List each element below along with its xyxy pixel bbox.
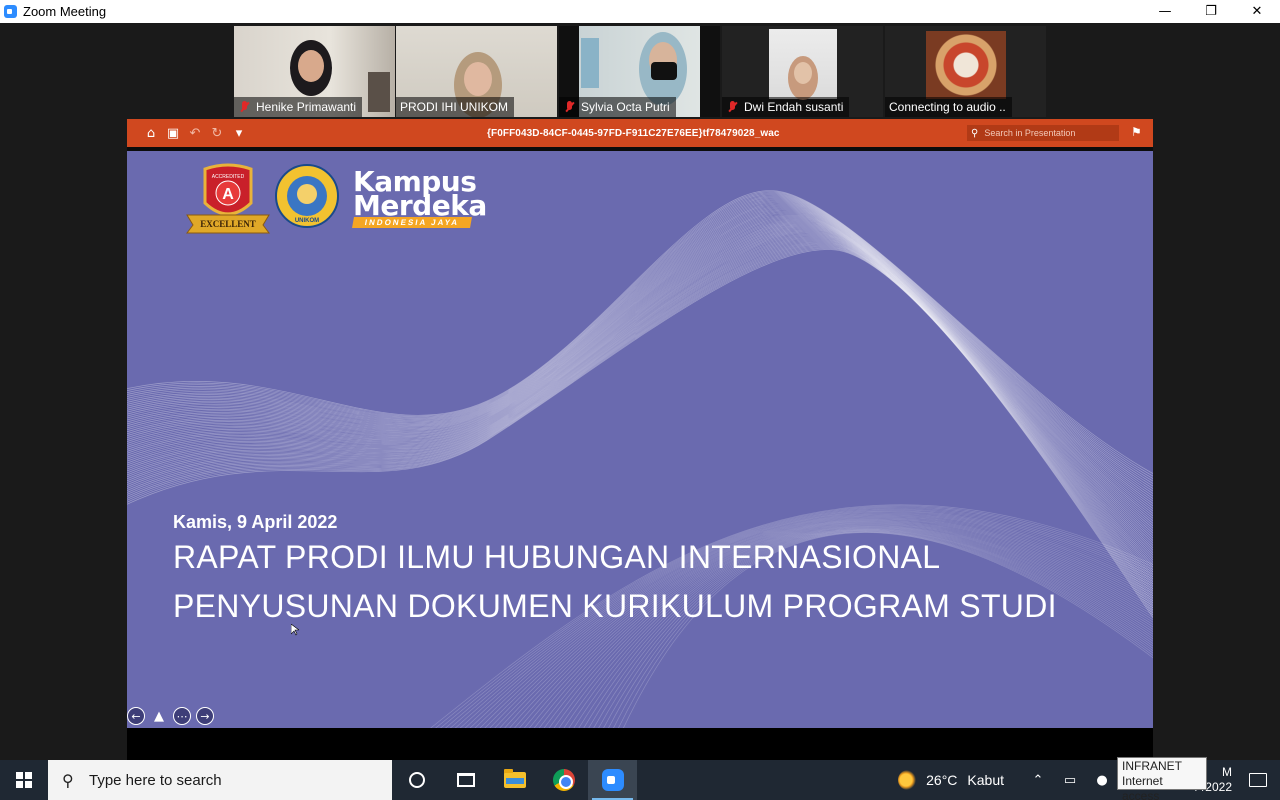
tooltip-network-status: Internet access [1122, 774, 1163, 800]
participant-strip: Henike Primawanti PRODI IHI UNIKOM Sylvi… [0, 23, 1280, 118]
zoom-meeting-window: Zoom Meeting — ❐ ✕ Henike Primawanti PRO… [0, 0, 1280, 800]
cortana-icon [408, 772, 425, 788]
search-icon: ⚲ [971, 127, 979, 139]
pen-tool-icon[interactable]: ▲ [150, 707, 168, 725]
participant-label: PRODI IHI UNIKOM [396, 97, 515, 117]
decorative-wave-lines [127, 190, 1153, 728]
weather-temperature[interactable]: 26°C [926, 772, 957, 788]
logo-tagline: INDONESIA JAYA [352, 217, 472, 228]
windows-logo-icon [16, 772, 32, 788]
participant-name: Henike Primawanti [256, 100, 357, 114]
title-bar: Zoom Meeting — ❐ ✕ [0, 0, 1280, 23]
weather-condition[interactable]: Kabut [967, 772, 1004, 788]
taskbar-search-placeholder: Type here to search [89, 771, 222, 789]
more-options-button[interactable]: ⋯ [173, 707, 191, 725]
share-icon[interactable]: ⚑ [1131, 125, 1145, 139]
background-shelf [368, 72, 390, 112]
notification-icon [1249, 773, 1267, 787]
next-slide-button[interactable]: → [196, 707, 214, 725]
presentation-toolbar: ⌂ ▣ ↶ ↻ ▾ {F0FF043D-84CF-0445-97FD-F911C… [127, 119, 1153, 147]
slide-title-line-1: RAPAT PRODI ILMU HUBUNGAN INTERNASIONAL [173, 539, 941, 575]
mic-muted-icon [238, 100, 252, 114]
weather-icon[interactable] [898, 770, 919, 790]
mic-muted-icon [563, 100, 577, 114]
mouse-cursor-icon [291, 624, 299, 636]
tooltip-network-name: INFRANET [1122, 759, 1182, 773]
participant-name: Connecting to audio .. [889, 100, 1006, 114]
accreditation-badge-logo: A ACCREDITED EXCELLENT [186, 163, 270, 234]
windows-taskbar: ⚲ Type here to search 26°C Kabut ⌃ ▭ ● ▬… [0, 760, 1280, 800]
search-input[interactable]: ⚲ Search in Presentation [967, 125, 1119, 141]
university-seal-logo: UNIKOM [275, 164, 339, 228]
chrome-button[interactable] [539, 760, 588, 800]
mic-muted-icon [726, 100, 740, 114]
document-title: {F0FF043D-84CF-0445-97FD-F911C27E76EE}tf… [487, 127, 780, 139]
participant-label: Sylvia Octa Putri [559, 97, 676, 117]
home-icon[interactable]: ⌂ [140, 119, 162, 147]
chrome-icon [552, 769, 575, 791]
badge-letter: A [222, 186, 234, 203]
redo-icon[interactable]: ↻ [206, 119, 228, 147]
notification-center-button[interactable] [1236, 760, 1280, 800]
slide-navigation: ← ▲ ⋯ → [127, 707, 219, 725]
search-icon: ⚲ [62, 770, 74, 790]
cortana-button[interactable] [392, 760, 441, 800]
window-controls: — ❐ ✕ [1142, 0, 1280, 23]
participant-tile[interactable]: Sylvia Octa Putri [559, 26, 720, 117]
window-title: Zoom Meeting [23, 4, 107, 19]
participant-face [464, 62, 492, 96]
restore-button[interactable]: ❐ [1188, 0, 1234, 23]
task-view-button[interactable] [441, 760, 490, 800]
participant-tile[interactable]: Dwi Endah susanti [722, 26, 883, 117]
participant-name: PRODI IHI UNIKOM [400, 100, 509, 114]
zoom-logo-icon [4, 5, 17, 18]
participant-label: Henike Primawanti [234, 97, 363, 117]
system-tray: 26°C Kabut ⌃ ▭ ● ▬ ◠ M / /2022 [898, 760, 1280, 800]
save-icon[interactable]: ▣ [162, 119, 184, 147]
kampus-merdeka-logo: Kampus Merdeka INDONESIA JAYA [352, 165, 487, 229]
profile-image [926, 31, 1006, 99]
participant-name: Sylvia Octa Putri [581, 100, 670, 114]
close-button[interactable]: ✕ [1234, 0, 1280, 23]
participant-face [794, 62, 812, 84]
slide-date: Kamis, 9 April 2022 [173, 512, 338, 532]
participant-tile[interactable]: Connecting to audio .. [885, 26, 1046, 117]
previous-slide-button[interactable]: ← [127, 707, 145, 725]
zoom-taskbar-button[interactable] [588, 760, 637, 800]
meet-now-icon[interactable]: ▭ [1054, 773, 1086, 788]
participant-face [298, 50, 324, 82]
presentation-slide: A ACCREDITED EXCELLENT UNIKOM Kampus Mer… [127, 151, 1153, 728]
slide-footer-bar [127, 728, 1153, 760]
slide-title-line-2: PENYUSUNAN DOKUMEN KURIKULUM PROGRAM STU… [173, 588, 1057, 624]
task-view-icon [456, 773, 475, 787]
file-explorer-button[interactable] [490, 760, 539, 800]
participant-tile[interactable]: Henike Primawanti [234, 26, 395, 117]
folder-icon [503, 769, 526, 788]
taskbar-search-box[interactable]: ⚲ Type here to search [48, 760, 392, 800]
background-edge [700, 26, 720, 117]
participant-name: Dwi Endah susanti [744, 100, 844, 114]
network-tooltip: INFRANET Internet access [1117, 757, 1207, 800]
zoom-icon [601, 769, 624, 791]
microphone-icon[interactable]: ● [1086, 773, 1118, 788]
background-poster [581, 38, 599, 88]
participant-tile-active-speaker[interactable]: PRODI IHI UNIKOM [396, 26, 557, 117]
badge-ribbon-text: EXCELLENT [200, 219, 256, 229]
start-button[interactable] [0, 760, 48, 800]
badge-top-text: ACCREDITED [212, 174, 245, 180]
seal-text: UNIKOM [295, 218, 319, 224]
undo-icon[interactable]: ↶ [184, 119, 206, 147]
search-placeholder: Search in Presentation [984, 128, 1076, 138]
customize-toolbar-chevron-down-icon[interactable]: ▾ [228, 119, 250, 147]
participant-label: Dwi Endah susanti [722, 97, 850, 117]
show-hidden-icons-chevron-up-icon[interactable]: ⌃ [1022, 773, 1054, 788]
minimize-button[interactable]: — [1142, 0, 1188, 23]
participant-label: Connecting to audio .. [885, 97, 1012, 117]
face-mask [651, 62, 677, 80]
